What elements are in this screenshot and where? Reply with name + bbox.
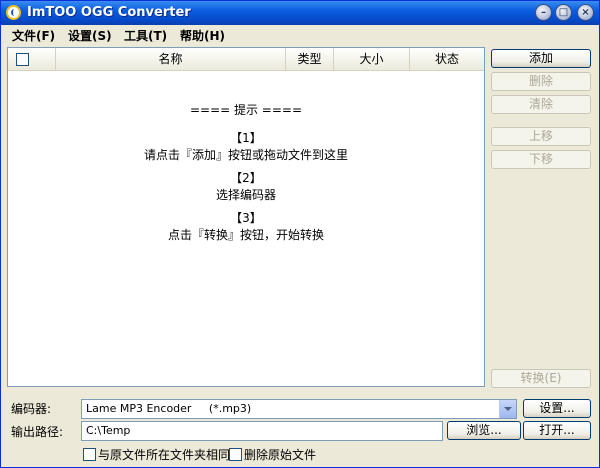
encoder-label: 编码器:	[11, 402, 52, 416]
move-up-button[interactable]: 上移	[491, 127, 591, 146]
title-bar[interactable]: ImTOO OGG Converter – □ ×	[1, 1, 599, 25]
same-folder-label[interactable]: 与原文件所在文件夹相同	[98, 446, 230, 463]
delete-original-label[interactable]: 删除原始文件	[244, 446, 316, 463]
list-header: 名称 类型 大小 状态	[8, 48, 484, 71]
hint-step-2-number: 【2】	[230, 171, 262, 185]
menu-help[interactable]: 帮助(H)	[178, 27, 227, 44]
menu-bar: 文件(F) 设置(S) 工具(T) 帮助(H)	[1, 25, 599, 45]
hint-step-1-number: 【1】	[230, 131, 262, 145]
clear-button[interactable]: 清除	[491, 95, 591, 114]
hint-step-2-text: 选择编码器	[215, 188, 276, 202]
delete-original-checkbox[interactable]	[229, 448, 242, 461]
menu-file[interactable]: 文件(F)	[10, 27, 57, 44]
window-title: ImTOO OGG Converter	[27, 5, 191, 20]
hint-title: ==== 提示 ====	[189, 103, 303, 117]
column-size[interactable]: 大小	[334, 48, 410, 70]
column-name[interactable]: 名称	[56, 48, 286, 70]
chevron-down-icon[interactable]	[499, 400, 516, 418]
output-path-field[interactable]: C:\Temp	[81, 421, 443, 441]
menu-settings[interactable]: 设置(S)	[66, 27, 114, 44]
move-down-button[interactable]: 下移	[491, 150, 591, 169]
output-path-label: 输出路径:	[11, 425, 64, 439]
browse-button[interactable]: 浏览...	[447, 421, 521, 440]
close-button[interactable]: ×	[577, 4, 594, 21]
encoder-select[interactable]: Lame MP3 Encoder (*.mp3)	[81, 399, 517, 419]
app-logo-icon	[6, 5, 21, 20]
column-type[interactable]: 类型	[286, 48, 334, 70]
encoder-value: Lame MP3 Encoder (*.mp3)	[86, 402, 252, 415]
hint-step-3-text: 点击『转换』按钮，开始转换	[167, 228, 324, 242]
convert-button[interactable]: 转换(E)	[491, 369, 591, 388]
select-all-column	[8, 48, 56, 70]
hint-panel: ==== 提示 ==== 【1】 请点击『添加』按钮或拖动文件到这里 【2】 选…	[8, 102, 484, 244]
column-status[interactable]: 状态	[410, 48, 484, 70]
same-folder-checkbox[interactable]	[83, 448, 96, 461]
add-button[interactable]: 添加	[491, 49, 591, 68]
minimize-button[interactable]: –	[535, 4, 552, 21]
encoder-settings-button[interactable]: 设置...	[523, 399, 591, 418]
menu-tools[interactable]: 工具(T)	[122, 27, 169, 44]
hint-step-1-text: 请点击『添加』按钮或拖动文件到这里	[143, 148, 348, 162]
hint-step-3-number: 【3】	[230, 211, 262, 225]
app-window: ImTOO OGG Converter – □ × 文件(F) 设置(S) 工具…	[0, 0, 600, 468]
open-folder-button[interactable]: 打开...	[523, 421, 591, 440]
maximize-button[interactable]: □	[555, 4, 572, 21]
select-all-checkbox[interactable]	[16, 53, 29, 66]
file-list[interactable]: 名称 类型 大小 状态 ==== 提示 ==== 【1】 请点击『添加』按钮或拖…	[7, 47, 485, 387]
delete-button[interactable]: 删除	[491, 72, 591, 91]
